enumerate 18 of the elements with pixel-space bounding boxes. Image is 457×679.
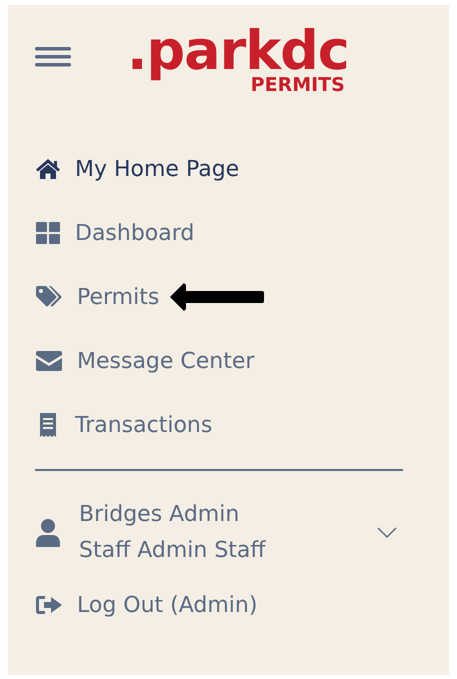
nav-item[interactable]: Message Center	[35, 348, 254, 374]
nav-item[interactable]: Dashboard	[35, 220, 194, 246]
home-icon	[35, 158, 61, 180]
tags-icon	[35, 285, 63, 309]
chevron-icon	[377, 526, 397, 538]
exit-icon	[35, 594, 63, 616]
grid-icon	[35, 222, 61, 244]
nav-item[interactable]: Transactions	[35, 412, 212, 438]
nav-item[interactable]: My Home Page	[35, 156, 240, 182]
logout-link[interactable]: Log Out (Admin)	[35, 592, 449, 618]
user-role: Staff Admin Staff	[79, 536, 267, 564]
user-menu[interactable]: Bridges Admin Staff Admin Staff	[35, 496, 403, 568]
person-icon	[35, 518, 61, 548]
nav-item[interactable]: Permits	[35, 284, 160, 310]
menu-icon[interactable]	[35, 46, 71, 68]
envelope-icon	[35, 350, 63, 372]
user-name: Bridges Admin	[79, 500, 240, 528]
logo-wordmark: .parkdc	[127, 23, 349, 79]
